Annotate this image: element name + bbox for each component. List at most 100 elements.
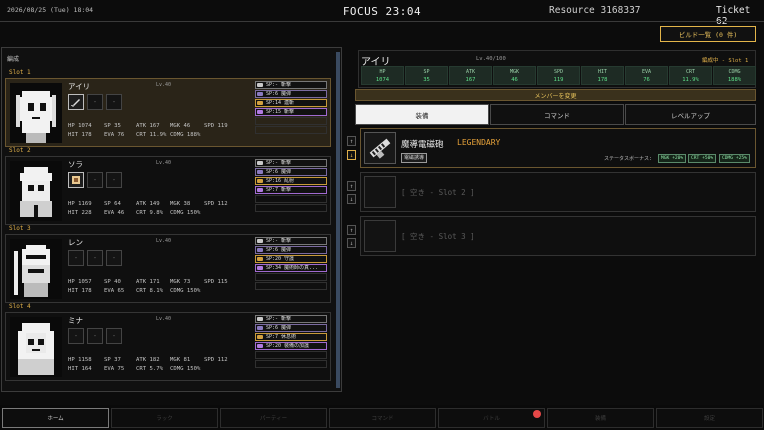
skill-item[interactable]: SP:7 休息術 [255,333,327,341]
detail-stat-cdmg: CDMG 188% [713,66,756,85]
character-name: レン [68,238,83,247]
equipment-slot-3[interactable]: [ 空き - Slot 3 ] [360,216,756,256]
equipment-tag: 電磁誘導 [401,153,428,163]
skill-list: SP:- 斬撃 SP:6 魔弾 SP:20 守護 SP:34 魔術師の真... [255,237,327,290]
detail-formation-status: 編成中 - Slot 1 [702,58,749,64]
weapon-slot[interactable]: - [106,250,122,266]
equip-slot1-down-arrow[interactable]: ↓ [347,150,356,160]
nav-tab-0[interactable]: ホーム [2,408,109,428]
formation-scrollbar[interactable] [336,52,340,388]
skill-item[interactable]: SP:20 守護 [255,255,327,263]
skill-item[interactable]: SP:- 斬撃 [255,315,327,323]
empty-weapon-label: - [111,254,117,262]
nav-tab-4[interactable]: バトル [438,408,545,428]
empty-skill-slot[interactable] [255,282,327,290]
skill-item[interactable]: SP:- 斬撃 [255,159,327,167]
empty-skill-slot[interactable] [255,360,327,368]
empty-slot-icon [364,220,396,252]
skill-item[interactable]: SP:6 魔弾 [255,246,327,254]
weapon-slot[interactable]: - [87,94,103,110]
weapon-slot[interactable]: - [68,328,84,344]
skill-icon [257,266,263,270]
character-stats: HP 1074 SP 35 ATK 167 MGK 46 SPD 119 HIT 178 E… [68,122,228,140]
empty-skill-slot[interactable] [255,126,327,134]
empty-weapon-label: - [73,254,79,262]
skill-label: SP:16 乱射 [266,178,295,184]
empty-skill-slot[interactable] [255,273,327,281]
empty-skill-slot[interactable] [255,117,327,125]
stat-crt: CRT 8.1% [136,288,163,294]
stat-value: 1074 [375,77,390,83]
skill-label: SP:6 魔弾 [266,325,292,331]
stat-hit: HIT 228 [68,210,92,216]
equip-slot3-up-arrow[interactable]: ↑ [347,225,356,235]
skill-item[interactable]: SP:15 斬撃 [255,108,327,116]
skill-item[interactable]: SP:20 装備の加護 [255,342,327,350]
nav-tab-1[interactable]: ラック [111,408,218,428]
weapon-slot[interactable]: - [87,250,103,266]
skill-item[interactable]: SP:16 乱射 [255,177,327,185]
formation-slot-2[interactable]: ソラ Lv.40 - - HP 1169 SP 64 ATK 149 MGK 38 SPD 11… [5,156,331,225]
skill-item[interactable]: SP:34 魔術師の真... [255,264,327,272]
stat-cdmg: CDMG 150% [170,288,201,294]
nav-tab-3[interactable]: コマンド [329,408,436,428]
nav-tab-2[interactable]: パーティー [220,408,327,428]
skill-item[interactable]: SP:- 斬撃 [255,237,327,245]
nav-tab-5[interactable]: 装備 [547,408,654,428]
tab-levelup[interactable]: レベルアップ [625,104,756,125]
stat-hit: HIT 178 [68,288,92,294]
stat-hit: HIT 164 [68,366,92,372]
formation-slot-1[interactable]: アイリ Lv.40 - - HP 1074 SP 35 ATK 167 MGK 46 SPD 1… [5,78,331,147]
stat-spd: SPD 112 [204,357,228,363]
weapon-slot[interactable]: - [68,250,84,266]
stat-label: CRT [685,69,696,75]
formation-slot-4[interactable]: ミナ Lv.40 - - - HP 1158 SP 37 ATK 182 MGK 81 SPD 1… [5,312,331,381]
weapon-slot[interactable]: - [106,94,122,110]
equip-slot1-up-arrow[interactable]: ↑ [347,136,356,146]
stat-hit: HIT 178 [68,132,92,138]
build-list-button[interactable]: ビルド一覧 (0 件) [660,26,756,42]
empty-skill-slot[interactable] [255,195,327,203]
skill-item[interactable]: SP:6 魔弾 [255,168,327,176]
empty-skill-slot[interactable] [255,204,327,212]
empty-weapon-label: - [92,254,98,262]
top-divider [0,21,764,22]
equip-slot3-down-arrow[interactable]: ↓ [347,238,356,248]
stat-eva: EVA 75 [104,366,125,372]
orb-weapon-icon[interactable] [68,172,84,188]
character-level: Lv.40 [156,316,172,322]
skill-item[interactable]: SP:- 斬撃 [255,81,327,89]
skill-label: SP:20 守護 [266,256,295,262]
equip-slot2-down-arrow[interactable]: ↓ [347,194,356,204]
equipment-slot-1[interactable]: 魔導電磁砲 LEGENDARY 電磁誘導 ステータスボーナス: MGK +20%… [360,128,756,168]
skill-item[interactable]: SP:7 斬撃 [255,186,327,194]
sword-weapon-icon[interactable] [68,94,84,110]
slot-header: Slot 1 [9,69,31,76]
change-member-button[interactable]: メンバーを変更 [355,89,756,101]
skill-item[interactable]: SP:6 魔弾 [255,324,327,332]
skill-item[interactable]: SP:6 魔弾 [255,90,327,98]
detail-stat-spd: SPD 119 [537,66,580,85]
weapon-slot[interactable]: - [106,328,122,344]
skill-list: SP:- 斬撃 SP:6 魔弾 SP:16 乱射 SP:7 斬撃 [255,159,327,212]
skill-icon [257,239,263,243]
weapon-slot[interactable]: - [87,172,103,188]
skill-item[interactable]: SP:14 連斬 [255,99,327,107]
skill-icon [257,317,263,321]
tab-equipment[interactable]: 装備 [355,104,489,125]
tab-command[interactable]: コマンド [490,104,624,125]
weapon-slot[interactable]: - [106,172,122,188]
equipment-slot-2[interactable]: [ 空き - Slot 2 ] [360,172,756,212]
formation-slot-3[interactable]: レン Lv.40 - - - HP 1057 SP 40 ATK 171 MGK 73 SPD 1… [5,234,331,303]
weapon-slot[interactable]: - [87,328,103,344]
nav-tab-6[interactable]: 設定 [656,408,763,428]
character-stats: HP 1158 SP 37 ATK 182 MGK 81 SPD 112 HIT 164 E… [68,356,228,374]
empty-skill-slot[interactable] [255,351,327,359]
skill-icon [257,179,263,183]
skill-label: SP:- 斬撃 [266,238,292,244]
equip-slot2-up-arrow[interactable]: ↑ [347,181,356,191]
empty-weapon-label: - [111,98,117,106]
detail-stat-atk: ATK 167 [449,66,492,85]
skill-label: SP:- 斬撃 [266,82,292,88]
character-name: アイリ [68,82,91,91]
